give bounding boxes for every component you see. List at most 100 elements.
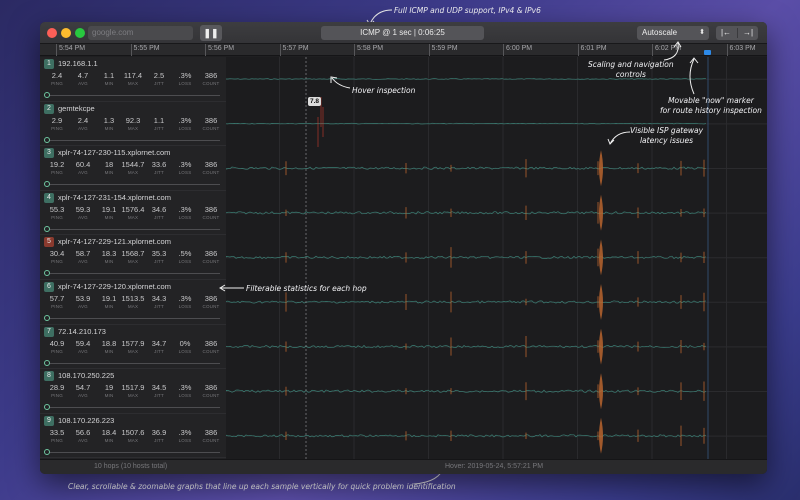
hop-filter-slider[interactable]: [44, 315, 220, 321]
slider-knob[interactable]: [44, 270, 50, 277]
hop-stat-value: 59.3: [75, 204, 91, 214]
hop-stat: 386 COUNT: [198, 249, 224, 264]
hop-stat-label: MIN: [104, 214, 114, 220]
hop-stat: 1.1 JITT: [146, 116, 172, 131]
hop-row[interactable]: 5 xplr-74-127-229-121.xplornet.com 30.4 PIN…: [40, 235, 226, 280]
hop-number-badge: 5: [44, 237, 54, 248]
hop-number-badge: 9: [44, 415, 54, 426]
hop-stat-value: 2.4: [77, 115, 89, 125]
hop-stat: 386 COUNT: [198, 428, 224, 443]
hop-stat: 59.4 AVG: [70, 339, 96, 354]
hop-stat-label: JITT: [154, 348, 164, 354]
hop-stat: 18.4 MIN: [96, 428, 122, 443]
annotation-arrow-scaling: [663, 41, 682, 61]
hop-stat-label: COUNT: [202, 214, 220, 220]
session-status[interactable]: ICMP @ 1 sec | 0:06:25: [321, 26, 484, 40]
hop-row[interactable]: 1 192.168.1.1 2.4 PING 4.7 AVG 1.1 MIN 117.4 MAX 2…: [40, 57, 226, 102]
hop-stat-value: 1.1: [153, 115, 165, 125]
hop-stat-value: 386: [204, 160, 218, 170]
hop-stat-label: JITT: [154, 304, 164, 309]
hop-stat-label: MIN: [104, 348, 114, 354]
hop-number-badge: 7: [44, 326, 54, 337]
hop-stat: 2.5 JITT: [146, 71, 172, 86]
hop-stat: .3% LOSS: [172, 71, 198, 86]
annotation-isp: Visible ISP gateway latency issues: [630, 126, 704, 145]
hop-stat-value: 34.6: [151, 204, 167, 214]
hop-stat: 35.3 JITT: [146, 249, 172, 264]
hop-stat: .3% LOSS: [172, 116, 198, 131]
hop-stat-label: MIN: [104, 81, 114, 86]
hop-stat-value: 386: [204, 427, 218, 437]
now-marker-handle[interactable]: [704, 50, 711, 55]
hop-stat-label: PING: [51, 437, 63, 443]
pause-button[interactable]: ❚❚: [200, 25, 222, 41]
zoom-window-button[interactable]: [75, 28, 85, 38]
hop-stat: 59.3 AVG: [70, 205, 96, 220]
hop-stat-label: MAX: [127, 304, 139, 309]
hop-filter-slider[interactable]: [44, 270, 220, 277]
chevron-updown-icon: ⬍: [699, 29, 705, 36]
hop-stat-value: 18: [104, 160, 114, 170]
hop-filter-slider[interactable]: [44, 92, 220, 98]
hop-filter-slider[interactable]: [44, 181, 220, 188]
hop-stat-label: LOSS: [178, 348, 192, 354]
hop-number-badge: 1: [44, 59, 54, 69]
hop-stat-label: MAX: [127, 437, 139, 443]
hop-stat-label: COUNT: [202, 81, 220, 86]
hop-stat-label: LOSS: [178, 81, 192, 86]
hop-stat-value: 19: [104, 383, 114, 393]
hop-stat-label: AVG: [78, 259, 88, 265]
hop-stat: 54.7 AVG: [70, 383, 96, 398]
slider-knob[interactable]: [44, 181, 50, 188]
hop-filter-slider[interactable]: [44, 448, 220, 455]
hop-stat-label: MAX: [127, 214, 139, 220]
hop-filter-slider[interactable]: [44, 359, 220, 366]
hop-stat-label: LOSS: [178, 170, 192, 176]
hop-stat: 386 COUNT: [198, 339, 224, 354]
hop-filter-slider[interactable]: [44, 225, 220, 232]
hop-stat-label: PING: [51, 81, 63, 86]
hop-stat: 40.9 PING: [44, 339, 70, 354]
slider-knob[interactable]: [44, 315, 50, 321]
hop-stat: 386 COUNT: [198, 116, 224, 131]
hop-stat: 34.6 JITT: [146, 205, 172, 220]
hop-stat-value: 53.9: [75, 294, 91, 303]
slider-knob[interactable]: [44, 92, 50, 98]
slider-knob[interactable]: [44, 225, 50, 232]
hop-row[interactable]: 4 xplr-74-127-231-154.xplornet.com 55.3 PIN…: [40, 191, 226, 236]
slider-knob[interactable]: [44, 448, 50, 455]
hop-stat-value: 1513.5: [121, 294, 145, 303]
time-tick: 5:56 PM: [205, 44, 234, 56]
hop-stat: 18 MIN: [96, 160, 122, 175]
hop-row[interactable]: 7 72.14.210.173 40.9 PING 59.4 AVG 18.8 MIN 1577…: [40, 325, 226, 370]
hop-row[interactable]: 2 gemtekcpe 2.9 PING 2.4 AVG 1.3 MIN 92.3 MAX 1.1 J…: [40, 102, 226, 147]
hop-row[interactable]: 3 xplr-74-127-230-115.xplornet.com 19.2 PIN…: [40, 146, 226, 191]
hop-stat-label: MIN: [104, 437, 114, 443]
slider-knob[interactable]: [44, 404, 50, 411]
hop-stat-value: 18.4: [101, 427, 117, 437]
close-window-button[interactable]: [47, 28, 57, 38]
hop-row[interactable]: 8 108.170.250.225 28.9 PING 54.7 AVG 19 MIN 1517…: [40, 369, 226, 414]
latency-graph[interactable]: 7.8: [226, 57, 767, 459]
slider-knob[interactable]: [44, 136, 50, 143]
hop-hostname: gemtekcpe: [58, 103, 95, 113]
hop-stat-label: AVG: [78, 437, 88, 443]
hop-filter-slider[interactable]: [44, 136, 220, 143]
time-tick: 6:00 PM: [503, 44, 532, 56]
hop-row[interactable]: 6 xplr-74-127-229-120.xplornet.com 57.7 PIN…: [40, 280, 226, 325]
hop-stat-value: 1507.6: [121, 427, 145, 437]
hop-stat-label: JITT: [154, 259, 164, 265]
hop-stat-value: 1517.9: [121, 383, 145, 393]
autoscale-select[interactable]: Autoscale ⬍: [637, 26, 709, 40]
nav-back-button[interactable]: |←: [716, 26, 736, 40]
slider-knob[interactable]: [44, 359, 50, 366]
hop-row[interactable]: 9 108.170.226.223 33.5 PING 56.6 AVG 18.4 MIN 15…: [40, 414, 226, 459]
isp-latency-burst: [599, 328, 603, 365]
annotation-arrow-now: [689, 57, 699, 95]
minimize-window-button[interactable]: [61, 28, 71, 38]
hop-filter-slider[interactable]: [44, 404, 220, 411]
hop-stat: 56.6 AVG: [70, 428, 96, 443]
nav-forward-button[interactable]: →|: [738, 26, 758, 40]
host-input[interactable]: google.com: [88, 26, 193, 40]
hover-value-label: 7.8: [308, 97, 322, 106]
